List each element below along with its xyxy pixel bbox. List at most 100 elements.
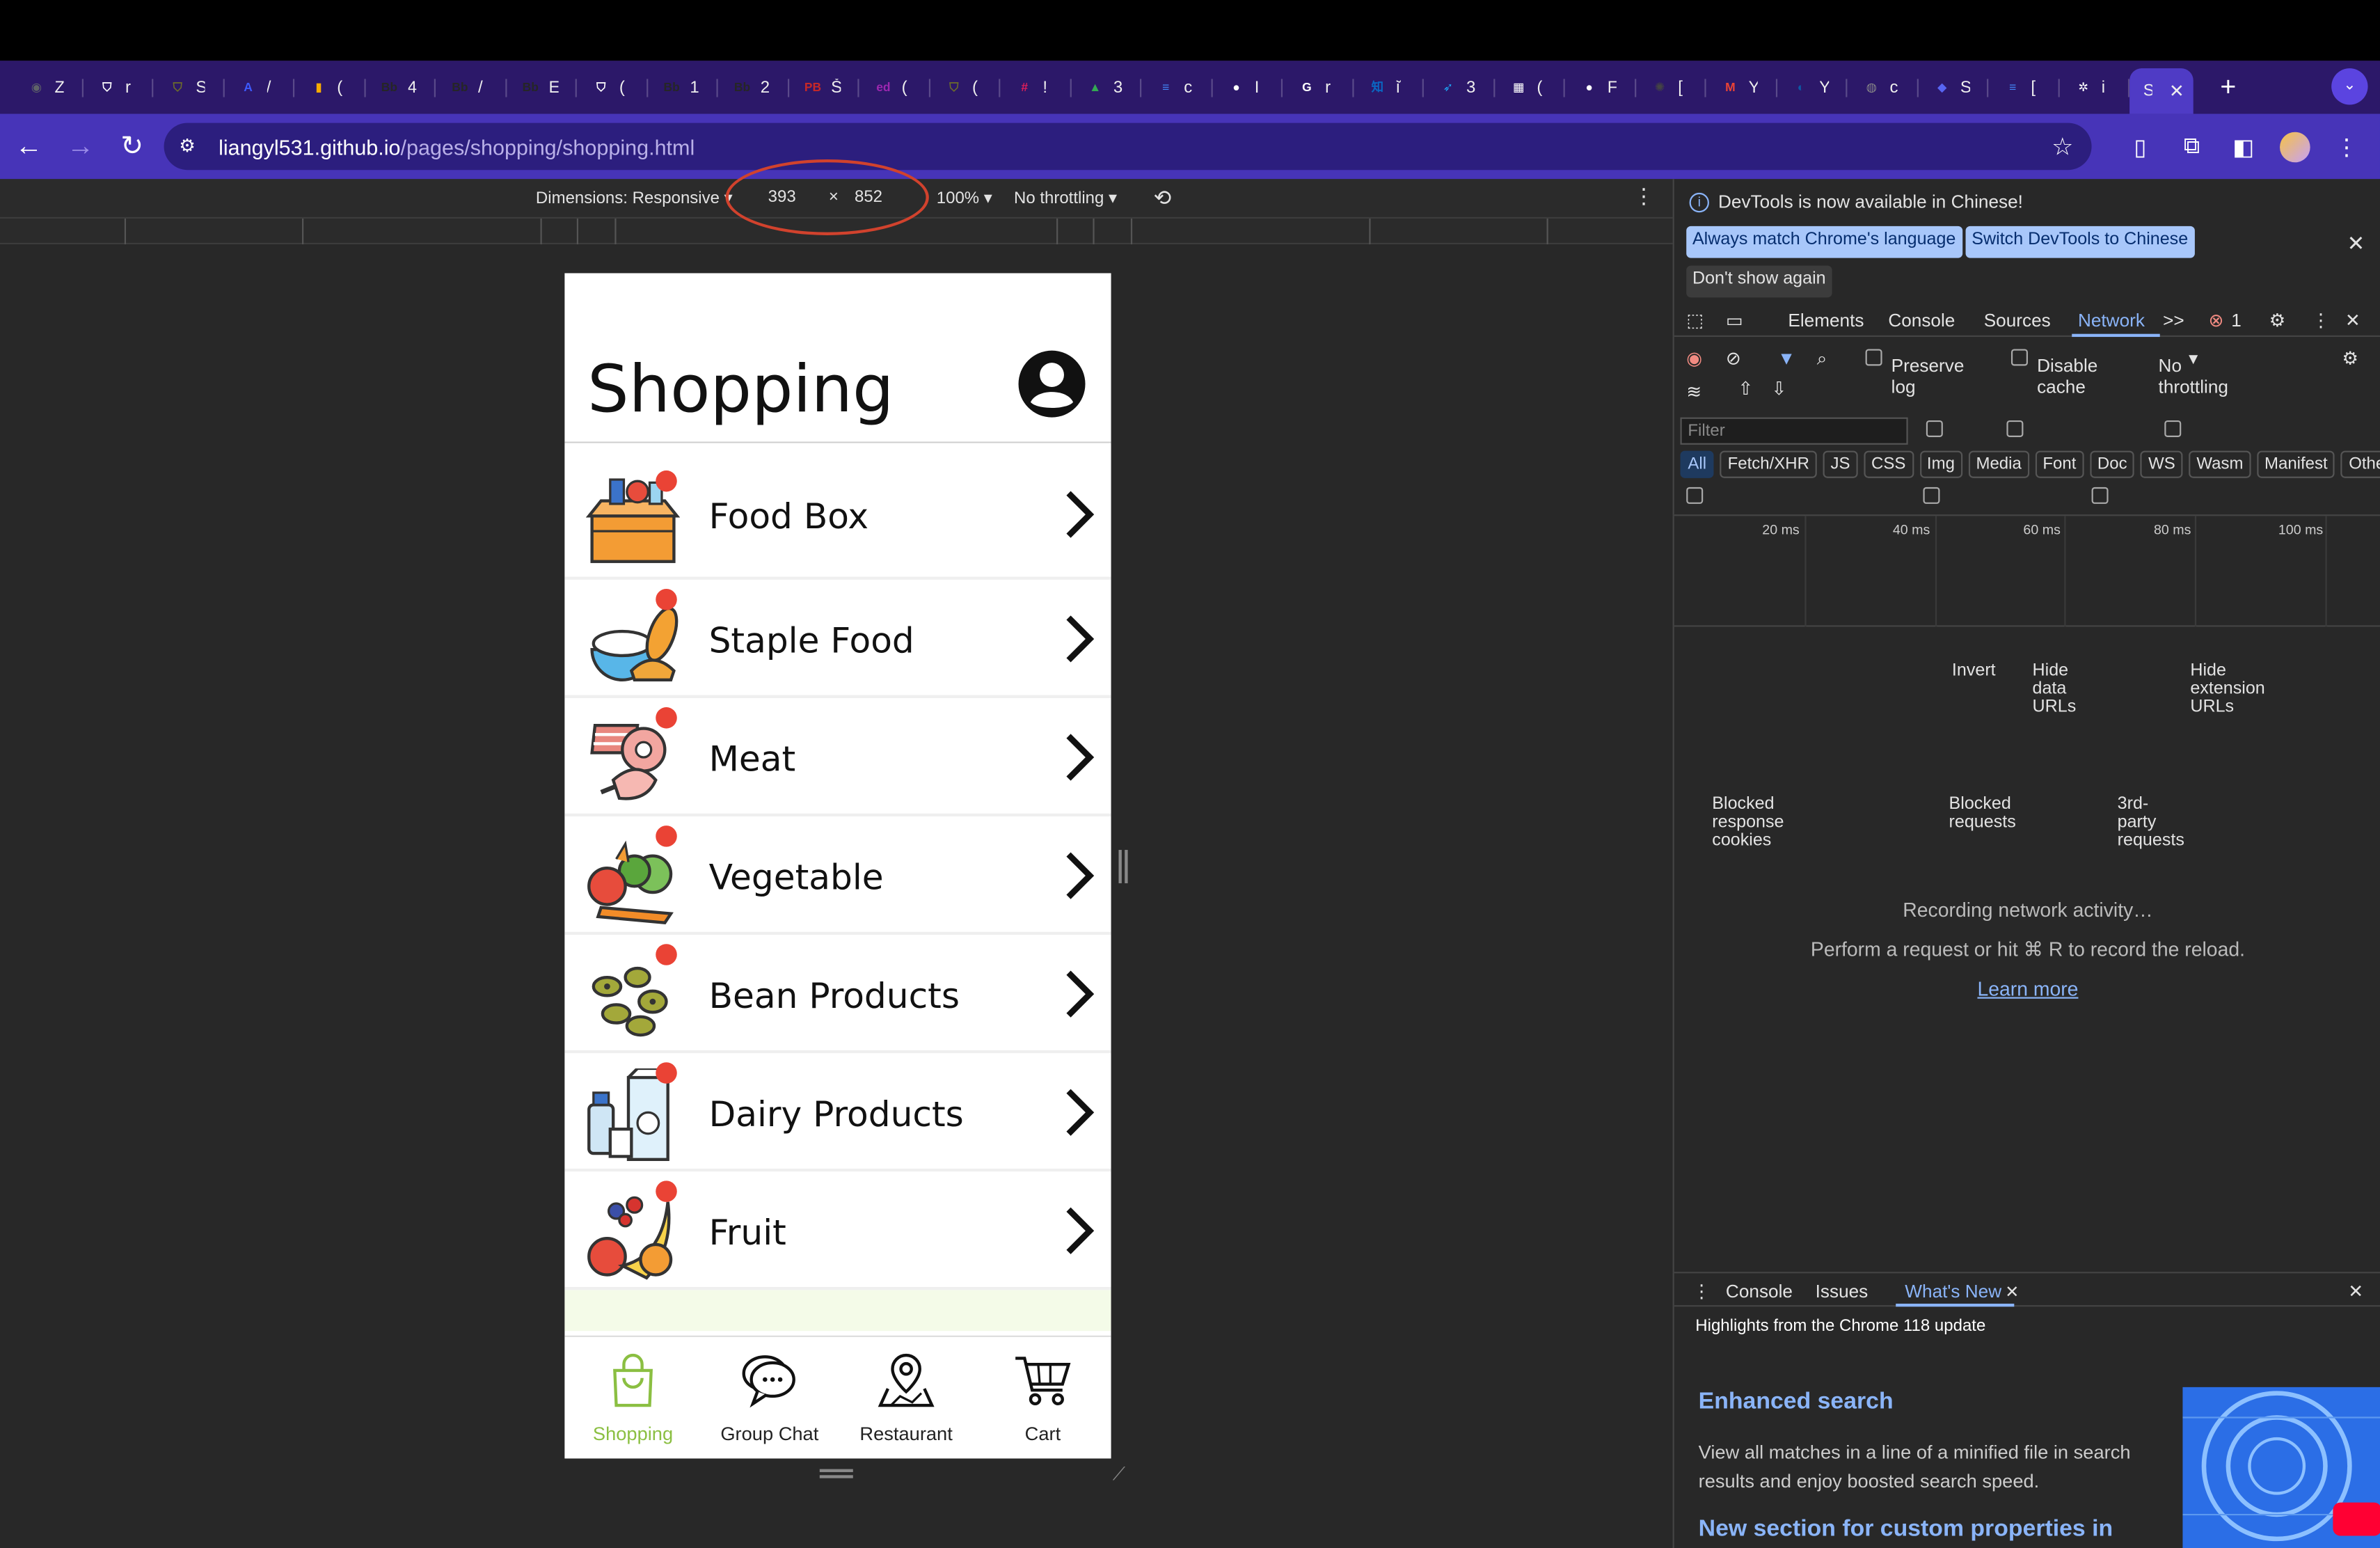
browser-tab[interactable]: ●F (1565, 68, 1635, 107)
drawer-tab-issues[interactable]: Issues (1816, 1281, 1869, 1302)
browser-tab[interactable]: ed ( (859, 68, 930, 107)
third-party-checkbox[interactable]: 3rd-party requests (2091, 487, 2184, 850)
hide-extension-urls-checkbox[interactable]: Hide extension URLs (2164, 420, 2265, 716)
clear-icon[interactable]: ⊘ (1726, 347, 1741, 369)
browser-tab[interactable]: Bb E (506, 68, 576, 107)
viewport-resize-handle-right[interactable] (1118, 850, 1128, 883)
browser-tab[interactable]: #! (1000, 68, 1070, 107)
type-filter-font[interactable]: Font (2035, 450, 2084, 478)
browser-tab[interactable]: Bb / (436, 68, 506, 107)
browser-tab[interactable]: ▮( (294, 68, 365, 107)
chevron-right-icon[interactable] (1063, 1205, 1096, 1256)
browser-tab[interactable]: ◍ c (1847, 68, 1917, 107)
category-item-staple-food[interactable]: Staple Food (564, 579, 1111, 698)
type-filter-media[interactable]: Media (1968, 450, 2029, 478)
import-har-icon[interactable]: ⇧ (1738, 378, 1753, 400)
browser-tab[interactable]: ▦( (1494, 68, 1564, 107)
error-badge-icon[interactable]: ⊗ (2209, 310, 2224, 331)
search-icon[interactable]: ⌕ (1817, 347, 1827, 370)
learn-more-link[interactable]: Learn more (1674, 977, 2380, 1000)
browser-tab[interactable]: ⛉( (930, 68, 1000, 107)
custom-properties-link[interactable]: New section for custom properties in (1699, 1516, 2113, 1543)
rotate-icon[interactable]: ⟲ (1154, 185, 1172, 211)
category-item-bean-products[interactable]: Bean Products (564, 935, 1111, 1054)
type-filter-js[interactable]: JS (1823, 450, 1858, 478)
new-tab-icon[interactable]: + (2209, 71, 2248, 103)
browser-tab[interactable]: Bb 2 (718, 68, 788, 107)
active-browser-tab[interactable]: S✕ (2129, 68, 2193, 114)
dimensions-dropdown[interactable]: Dimensions: Responsive ▾ (536, 188, 733, 208)
browser-tab[interactable]: Bb 1 (647, 68, 717, 107)
drawer-tab-console[interactable]: Console (1726, 1281, 1793, 1302)
nav-shopping[interactable]: Shopping (564, 1337, 701, 1458)
browser-tab[interactable]: ⛉( (577, 68, 647, 107)
type-filter-img[interactable]: Img (1919, 450, 1962, 478)
browser-tab[interactable]: A / (224, 68, 294, 107)
chevron-right-icon[interactable] (1063, 968, 1096, 1020)
tab-elements[interactable]: Elements (1788, 310, 1864, 331)
hide-data-urls-checkbox[interactable]: Hide data URLs (2006, 420, 2076, 716)
error-count[interactable]: 1 (2231, 310, 2242, 331)
browser-tab[interactable]: Bb 4 (365, 68, 436, 107)
site-settings-icon[interactable]: ⚙ (179, 134, 203, 159)
drawer-tab-whats-new[interactable]: What's New (1905, 1281, 2001, 1302)
invert-checkbox[interactable]: Invert (1926, 420, 1996, 680)
zoom-dropdown[interactable]: 100% ▾ (937, 188, 992, 208)
chevron-right-icon[interactable] (1063, 732, 1096, 783)
more-tabs-icon[interactable]: >> (2163, 310, 2184, 331)
network-throttling-dropdown[interactable]: No throttling ▾ (2159, 347, 2228, 397)
category-item-vegetable[interactable]: Vegetable (564, 816, 1111, 935)
browser-tab[interactable]: ◉Z (12, 68, 82, 107)
export-har-icon[interactable]: ⇩ (1771, 378, 1786, 400)
type-filter-ws[interactable]: WS (2141, 450, 2183, 478)
browser-tab[interactable]: ▲ 3 (1071, 68, 1141, 107)
url-text[interactable]: liangyl531.github.io/pages/shopping/shop… (219, 134, 695, 159)
chevron-right-icon[interactable] (1063, 850, 1096, 901)
category-item-dairy-products[interactable]: Dairy Products (564, 1053, 1111, 1172)
browser-tab[interactable]: 知ĩ (1353, 68, 1423, 107)
settings-gear-icon[interactable]: ⚙ (2269, 310, 2285, 331)
nav-cart[interactable]: Cart (974, 1337, 1111, 1458)
viewport-resize-corner[interactable]: ⟋ (1113, 1463, 1125, 1486)
close-devtools-icon[interactable]: ✕ (2345, 310, 2361, 331)
blocked-requests-checkbox[interactable]: Blocked requests (1923, 487, 2016, 832)
forward-icon[interactable]: → (58, 124, 103, 169)
close-tab-icon[interactable]: ✕ (2169, 81, 2184, 102)
browser-tab[interactable]: ◐Y (1777, 68, 1847, 107)
viewport-resize-handle-bottom[interactable] (819, 1469, 853, 1478)
match-language-button[interactable]: Always match Chrome's language (1686, 226, 1962, 258)
tab-sources[interactable]: Sources (1984, 310, 2051, 331)
extension-tab-icon[interactable]: ▯ (2125, 133, 2156, 160)
throttling-dropdown[interactable]: No throttling ▾ (1014, 188, 1117, 208)
browser-tab[interactable]: ➶ 3 (1424, 68, 1494, 107)
chevron-right-icon[interactable] (1063, 613, 1096, 665)
browser-tab[interactable]: ● I (1212, 68, 1283, 107)
close-banner-icon[interactable]: ✕ (2347, 230, 2365, 256)
browser-tab[interactable]: ⛉S (153, 68, 223, 107)
browser-menu-icon[interactable]: ⋮ (2331, 133, 2362, 160)
category-item-food-box[interactable]: Food Box (564, 443, 1111, 580)
side-panel-icon[interactable]: ◧ (2228, 133, 2259, 160)
preserve-log-checkbox[interactable]: Preserve log (1865, 347, 1964, 397)
type-filter-wasm[interactable]: Wasm (2189, 450, 2251, 478)
bookmark-star-icon[interactable]: ☆ (2052, 132, 2073, 162)
close-tab-icon[interactable]: ✕ (2005, 1282, 2019, 1302)
close-drawer-icon[interactable]: ✕ (2348, 1281, 2363, 1302)
devtools-menu-icon[interactable]: ⋮ (2312, 310, 2330, 331)
browser-tab[interactable]: PB Š (788, 68, 859, 107)
profile-icon[interactable] (1017, 349, 1086, 418)
extensions-puzzle-icon[interactable]: ⧉ (2177, 134, 2207, 159)
device-mode-icon[interactable]: ▭ (1726, 310, 1743, 331)
device-more-icon[interactable]: ⋮ (1633, 184, 1655, 210)
browser-tab[interactable]: ≡[ (1988, 68, 2058, 107)
inspect-element-icon[interactable]: ⬚ (1686, 310, 1704, 331)
address-bar[interactable]: ⚙ liangyl531.github.io/pages/shopping/sh… (164, 123, 2092, 171)
filter-funnel-icon[interactable]: ▼ (1777, 347, 1795, 369)
type-filter-manifest[interactable]: Manifest (2257, 450, 2335, 478)
whats-new-video-thumbnail[interactable] (2182, 1387, 2380, 1548)
profile-avatar[interactable] (2280, 131, 2310, 162)
wifi-conditions-icon[interactable]: ≋ (1686, 381, 1701, 402)
nav-group-chat[interactable]: Group Chat (701, 1337, 838, 1458)
back-icon[interactable]: ← (6, 124, 51, 169)
drawer-menu-icon[interactable]: ⋮ (1692, 1281, 1711, 1302)
